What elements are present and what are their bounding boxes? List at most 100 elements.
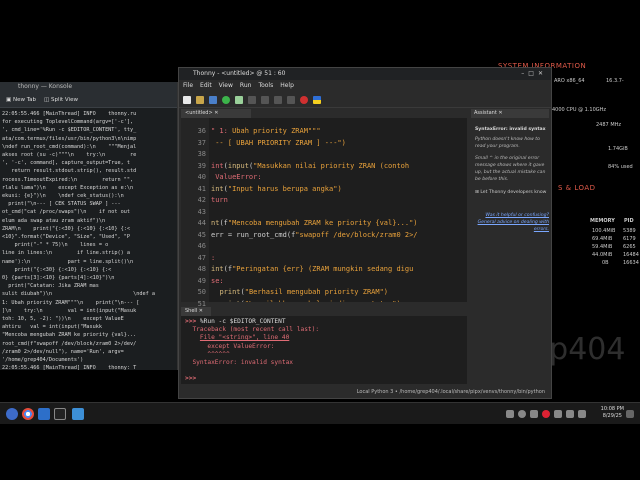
tray-icon[interactable] [518, 410, 526, 418]
show-desktop-icon[interactable] [626, 410, 634, 418]
code-line: err = run_root_cmd(f"swapoff /dev/block/… [211, 230, 467, 242]
assistant-feedback[interactable]: ⊞ Let Thonny developers know [475, 189, 549, 196]
menu-item[interactable]: Run [240, 80, 252, 92]
chrome-icon[interactable] [22, 408, 34, 420]
terminal-line: "Mencoba mengubah ZRAM ke priority {val}… [2, 332, 137, 339]
save-file-icon[interactable] [209, 95, 217, 104]
new-file-icon[interactable] [183, 95, 191, 104]
run-icon[interactable] [222, 95, 230, 104]
debug-icon[interactable] [235, 95, 243, 104]
ukraine-flag-icon[interactable] [313, 95, 321, 104]
letterbox-bottom [0, 424, 640, 480]
code-line: nt(f"Mencoba mengubah ZRAM ke priority {… [211, 218, 467, 230]
code-token: se: [211, 276, 224, 285]
file-manager-icon[interactable] [38, 408, 50, 420]
konsole-titlebar[interactable]: thonny — Konsole [0, 82, 177, 92]
conky-mem-total: 1.74GiB [608, 146, 628, 152]
resume-icon[interactable] [287, 95, 295, 104]
terminal-line: elum ada swap atau zram aktif")\n [2, 217, 106, 224]
assistant-panel: SyntaxError: invalid syntax Python doesn… [471, 118, 551, 382]
shell-prompt: >>> [185, 375, 197, 383]
terminal-line: print("\n--- [ CEK STATUS SWAP ] --- [2, 201, 121, 208]
code-token: " 1: [211, 127, 233, 135]
code-token: err = run_root_cmd(f [211, 230, 296, 239]
conky-proc-mem: 44.0MiB [592, 252, 613, 258]
syntax-error-message: SyntaxError: invalid syntax [185, 359, 294, 367]
conky-os: ARO x86_64 [554, 78, 585, 84]
code-token: print [219, 288, 241, 296]
tray-icon[interactable] [542, 410, 550, 418]
tray-icon[interactable] [530, 410, 538, 418]
volume-icon[interactable] [566, 410, 574, 418]
code-editor[interactable]: 36 37 38 39 40 41 42 43 44 45 46 47 48 49 50 51 " 1: Ub… [181, 118, 467, 308]
tray-icon[interactable] [506, 410, 514, 418]
shell-panel[interactable]: >>> %Run -c $EDITOR_CONTENT Traceback (m… [181, 316, 467, 384]
assistant-tab[interactable]: Assistant ✕ [471, 109, 549, 118]
line-number: 50 [197, 288, 206, 296]
code-token: int [211, 265, 224, 273]
clock[interactable]: 10:08 PM 8/29/25 [601, 406, 624, 420]
close-button[interactable]: ✕ [538, 70, 547, 77]
new-tab-button[interactable]: ▣ New Tab [6, 97, 36, 103]
line-number: 49 [197, 276, 206, 285]
menu-item[interactable]: Tools [258, 80, 273, 92]
split-view-button[interactable]: ◫ Split View [44, 97, 78, 103]
terminal-line: \ndef run_root_cmd(command):\n """Menjal [2, 143, 137, 150]
terminal-icon[interactable] [54, 408, 66, 420]
terminal-line: line in lines:\n if line.strip() a [2, 250, 131, 257]
traceback-file-link[interactable]: File "<string>", line 40 [200, 334, 289, 341]
conky-header-load: S & LOAD [558, 184, 596, 192]
status-bar[interactable]: Local Python 3 • /home/grep404/.local/sh… [179, 386, 551, 398]
open-file-icon[interactable] [196, 95, 204, 104]
maximize-button[interactable]: □ [528, 70, 538, 77]
traceback-caret: ^^^^^^ [185, 350, 230, 358]
step-into-icon[interactable] [261, 95, 269, 104]
line-number: 48 [197, 265, 206, 273]
code-token: : [211, 253, 216, 262]
thonny-taskbar-icon[interactable] [72, 408, 84, 420]
shell-tab[interactable]: Shell ✕ [181, 307, 211, 316]
network-icon[interactable] [578, 410, 586, 418]
menu-item[interactable]: File [183, 80, 193, 92]
traceback-line: except ValueError: [185, 342, 275, 350]
terminal-line: ahtiru val = int(input("Masukk [2, 324, 102, 331]
terminal-line: <10}".format("Device", "Size", "Used", "… [2, 234, 131, 241]
helpful-link[interactable]: Was it helpful or confusing? [475, 212, 549, 219]
feedback-label: Let Thonny developers know [480, 190, 547, 195]
tray-icon[interactable] [554, 410, 562, 418]
line-number: 41 [197, 184, 206, 193]
code-line: se: [211, 276, 467, 288]
terminal-line: rocess.TimeoutExpired:\n return "", [2, 176, 134, 183]
menu-item[interactable]: View [219, 80, 233, 92]
terminal-line: ZRAM\n print("{:<30} {:<10} {:<10} {:< [2, 225, 131, 232]
terminal-line: return result.stdout.strip(), result.std [2, 168, 137, 175]
app-launcher-icon[interactable] [6, 408, 18, 420]
code-line: : [211, 253, 467, 265]
line-number: 44 [197, 219, 206, 227]
line-number: 42 [197, 196, 206, 204]
code-area[interactable]: " 1: Ubah priority ZRAM""" -- [ UBAH PRI… [211, 126, 467, 302]
code-line: " 1: Ubah priority ZRAM""" [211, 126, 467, 138]
terminal-line: ', cmd_line='%Run -c $EDITOR_CONTENT', t… [2, 127, 137, 134]
advice-link[interactable]: General advice on dealing with errors. [475, 219, 549, 233]
conky-proc-pid: 5389 [623, 228, 636, 234]
menu-item[interactable]: Help [280, 80, 294, 92]
terminal-output[interactable]: 22:05:55.466 [MainThread] INFO thonny.ru… [0, 108, 177, 370]
stop-icon[interactable] [300, 95, 308, 104]
split-view-label: Split View [50, 96, 78, 103]
terminal-line: toh: 10, 5, -2): "))\n except ValueE [2, 316, 124, 323]
menu-bar: File Edit View Run Tools Help [179, 80, 551, 92]
step-over-icon[interactable] [248, 95, 256, 104]
menu-item[interactable]: Edit [200, 80, 212, 92]
step-out-icon[interactable] [274, 95, 282, 104]
terminal-line: '/home/grep404/Documents') [2, 357, 84, 364]
conky-cpu: 4000 CPU @ 1.10GHz [552, 107, 607, 113]
thonny-titlebar[interactable]: Thonny - <untitled> @ 51 : 60 –□✕ [179, 68, 551, 80]
editor-tab[interactable]: <untitled> ✕ [181, 109, 251, 118]
terminal-line: /zram0 2>/dev/null"), name='Run', argv= [2, 348, 124, 355]
clock-time: 10:08 PM [600, 406, 624, 412]
line-number: 36 [197, 127, 206, 135]
assistant-text: Small ^ in the original error message sh… [475, 156, 546, 182]
